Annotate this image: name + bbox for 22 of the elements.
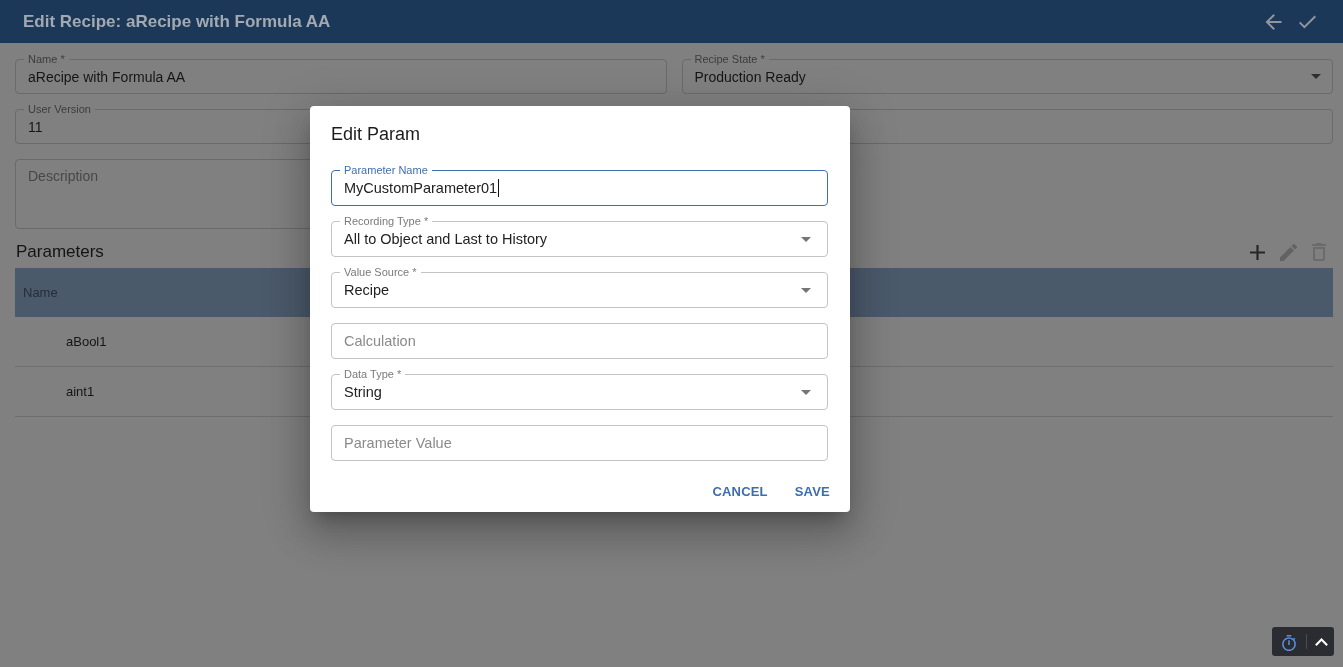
field-label: Parameter Name (340, 163, 432, 177)
field-value: aRecipe with Formula AA (28, 68, 186, 85)
field-value: String (344, 384, 382, 400)
field-label: User Version (24, 102, 95, 116)
field-value: Recipe (344, 282, 390, 298)
field-placeholder: Parameter Value (344, 435, 452, 451)
field-placeholder: Description (28, 168, 99, 184)
section-title: Parameters (16, 242, 104, 262)
field-label: Recording Type * (340, 214, 433, 228)
field-label: Value Source * (340, 265, 421, 279)
field-value: Production Ready (694, 68, 806, 85)
page-title: Edit Recipe: aRecipe with Formula AA (23, 11, 331, 32)
table-cell: aint1 (66, 384, 95, 399)
dialog-title: Edit Param (331, 123, 422, 145)
table-cell: aBool1 (66, 334, 107, 349)
field-value: MyCustomParameter01 (344, 180, 498, 196)
field-label: Recipe State * (690, 52, 769, 66)
field-placeholder: Calculation (344, 333, 416, 349)
field-value: 11 (28, 118, 43, 135)
field-label: Name * (24, 52, 69, 66)
field-value: All to Object and Last to History (344, 231, 548, 247)
field-label: Data Type * (340, 367, 406, 381)
